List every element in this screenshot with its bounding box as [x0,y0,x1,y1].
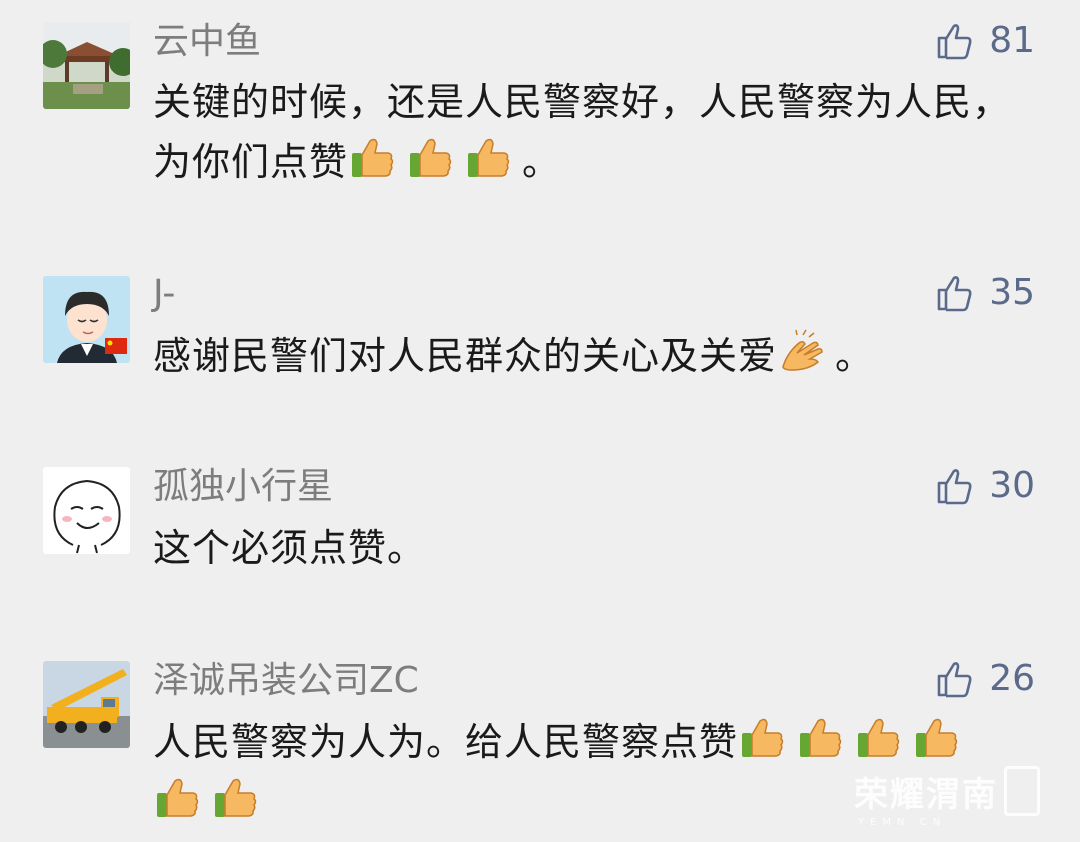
avatar[interactable] [43,467,130,554]
comment-text: 这个必须点赞。 [153,518,1023,578]
comment-suffix: 。 [835,334,875,378]
like-count: 35 [989,272,1035,313]
like-count: 30 [989,465,1035,506]
thumbs-up-icon [464,133,514,183]
like-button[interactable]: 81 [933,19,1035,63]
username[interactable]: J- [153,272,175,316]
comment-text-content: 关键的时候，还是人民警察好，人民警察为人民，为你们点赞 [153,80,1012,184]
thumbs-up-icon [796,713,846,763]
like-button[interactable]: 35 [933,271,1035,315]
thumbs-up-outline-icon[interactable] [933,465,975,507]
comment-feed: 云中鱼 81 关键的时候，还是人民警察好，人民警察为人民，为你们点赞。 J- 3… [0,0,1080,842]
thumbs-up-icon [153,773,203,823]
clapping-hands-icon [777,327,827,377]
comment-text: 感谢民警们对人民群众的关心及关爱 。 [153,326,1023,386]
thumbs-up-outline-icon[interactable] [933,20,975,62]
thumbs-up-outline-icon[interactable] [933,658,975,700]
watermark-text: 荣耀渭南 [854,774,998,815]
phone-outline-icon [1004,766,1040,816]
username[interactable]: 泽诚吊装公司ZC [153,659,419,703]
comment-text: 关键的时候，还是人民警察好，人民警察为人民，为你们点赞。 [153,72,1023,192]
thumbs-up-icon [738,713,788,763]
watermark-subtext: YEMN.CN [858,817,947,828]
comment-text-content: 这个必须点赞。 [153,526,427,570]
comment-text-content: 人民警察为人为。给人民警察点赞 [153,720,739,764]
emoji-group [348,138,522,184]
watermark-logo: 荣耀渭南 YEMN.CN [854,766,1040,828]
avatar[interactable] [43,276,130,363]
comment-text-content: 感谢民警们对人民群众的关心及关爱 [153,334,778,378]
username[interactable]: 孤独小行星 [153,465,333,509]
thumbs-up-icon [854,713,904,763]
thumbs-up-icon [912,713,962,763]
like-count: 81 [989,20,1035,61]
thumbs-up-icon [348,133,398,183]
comment-suffix: 。 [522,140,562,184]
thumbs-up-icon [211,773,261,823]
like-button[interactable]: 26 [933,657,1035,701]
thumbs-up-outline-icon[interactable] [933,272,975,314]
thumbs-up-icon [406,133,456,183]
like-count: 26 [989,658,1035,699]
avatar[interactable] [43,22,130,109]
like-button[interactable]: 30 [933,464,1035,508]
avatar[interactable] [43,661,130,748]
username[interactable]: 云中鱼 [153,20,261,64]
